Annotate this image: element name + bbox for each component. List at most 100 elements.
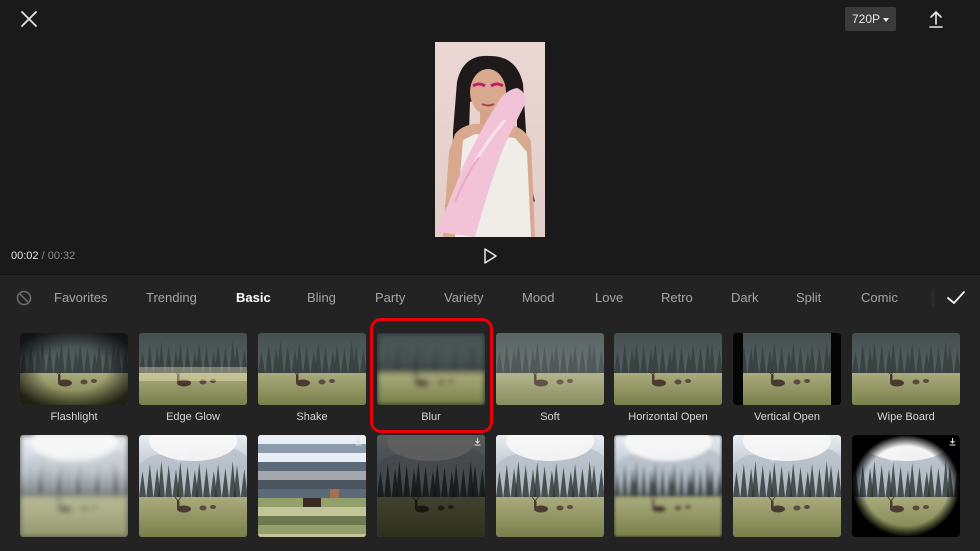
effect-thumbnail [377,333,485,405]
current-time: 00:02 [11,250,39,262]
effect-thumbnail-image [733,435,841,537]
effects-grid: Flashlight Edge Glow Shake Blur Soft Hor… [0,321,980,551]
play-button[interactable] [481,246,499,266]
download-icon [949,438,956,446]
effect-item[interactable] [20,435,130,537]
tab-favorites[interactable]: Favorites [54,290,107,305]
effect-item-blur[interactable]: Blur [377,333,487,423]
resolution-label: 720P [851,12,881,26]
effect-thumbnail-image [20,333,128,405]
effect-thumbnail [20,333,128,405]
tabs-scroll-fade [930,289,934,307]
ban-icon [16,290,32,306]
video-editor-screen: 720P 00:02 / 00:32 Favorites Trending Ba… [0,0,980,551]
effect-label: Vertical Open [753,411,821,423]
tab-retro[interactable]: Retro [661,290,693,305]
tab-party[interactable]: Party [375,290,405,305]
effect-item[interactable] [733,435,843,537]
effect-item[interactable] [377,435,487,537]
effect-label: Wipe Board [877,411,935,423]
effects-panel: Favorites Trending Basic Bling Party Var… [0,274,980,551]
video-frame-image [435,42,545,237]
time-separator: / [41,250,45,262]
effect-thumbnail-image [377,333,485,405]
effect-item-horizontal-open[interactable]: Horizontal Open [614,333,724,423]
effect-thumbnail [614,333,722,405]
effect-thumbnail-image [496,333,604,405]
checkmark-icon [947,291,965,304]
effect-item-shake[interactable]: Shake [258,333,368,423]
video-preview[interactable] [435,42,545,237]
effect-thumbnail-image [614,333,722,405]
effect-item-soft[interactable]: Soft [496,333,606,423]
total-time: 00:32 [47,250,76,262]
tab-comic[interactable]: Comic [861,290,898,305]
effect-thumbnail [614,435,722,537]
effect-item[interactable] [496,435,606,537]
effect-thumbnail-image [852,333,960,405]
effect-thumbnail-image [852,435,960,537]
upload-icon [929,11,943,28]
effect-thumbnail [20,435,128,537]
effect-thumbnail [139,435,247,537]
effect-thumbnail [852,435,960,537]
effect-item-edge-glow[interactable]: Edge Glow [139,333,249,423]
download-icon [711,438,718,446]
tab-love[interactable]: Love [595,290,623,305]
export-button[interactable] [925,8,947,30]
effect-label: Flashlight [50,411,98,423]
play-icon [484,248,497,264]
effect-item[interactable] [852,435,962,537]
tab-variety[interactable]: Variety [444,290,484,305]
resolution-dropdown[interactable]: 720P [845,7,896,31]
effect-item-flashlight[interactable]: Flashlight [20,333,130,423]
effect-category-tabs: Favorites Trending Basic Bling Party Var… [0,275,980,321]
effect-thumbnail [496,333,604,405]
effect-thumbnail [258,333,366,405]
effect-thumbnail [258,435,366,537]
tab-dark[interactable]: Dark [731,290,758,305]
no-effect-button[interactable] [15,289,33,307]
confirm-button[interactable] [945,288,967,308]
effect-label: Shake [296,411,328,423]
effect-thumbnail [733,333,841,405]
tab-basic[interactable]: Basic [236,290,271,305]
download-icon [355,438,362,446]
download-icon [236,438,243,446]
close-icon [21,11,37,27]
effect-label: Edge Glow [166,411,220,423]
download-icon [830,438,837,446]
tab-trending[interactable]: Trending [146,290,197,305]
effect-thumbnail [377,435,485,537]
effect-thumbnail-image [733,333,841,405]
effect-thumbnail [733,435,841,537]
effect-label: Soft [540,411,560,423]
effect-item[interactable] [258,435,368,537]
effect-thumbnail-image [258,435,366,537]
preview-area: 720P 00:02 / 00:32 [0,0,980,274]
effect-label: Blur [421,411,441,423]
effect-item[interactable] [139,435,249,537]
download-icon [474,438,481,446]
download-icon [593,438,600,446]
close-button[interactable] [18,8,40,30]
effect-item-wipe-board[interactable]: Wipe Board [852,333,962,423]
effect-thumbnail-image [139,435,247,537]
effect-thumbnail-image [377,435,485,537]
effect-label: Horizontal Open [628,411,708,423]
effect-item[interactable] [614,435,724,537]
effect-thumbnail-image [496,435,604,537]
effect-thumbnail [139,333,247,405]
effect-thumbnail [496,435,604,537]
tab-mood[interactable]: Mood [522,290,555,305]
download-icon [117,438,124,446]
effect-thumbnail-image [258,333,366,405]
effect-thumbnail-image [139,333,247,405]
tab-bling[interactable]: Bling [307,290,336,305]
effect-thumbnail-image [20,435,128,537]
tab-split[interactable]: Split [796,290,821,305]
playback-time: 00:02 / 00:32 [11,250,75,262]
effect-thumbnail-image [614,435,722,537]
effect-item-vertical-open[interactable]: Vertical Open [733,333,843,423]
caret-down-icon [883,17,890,22]
